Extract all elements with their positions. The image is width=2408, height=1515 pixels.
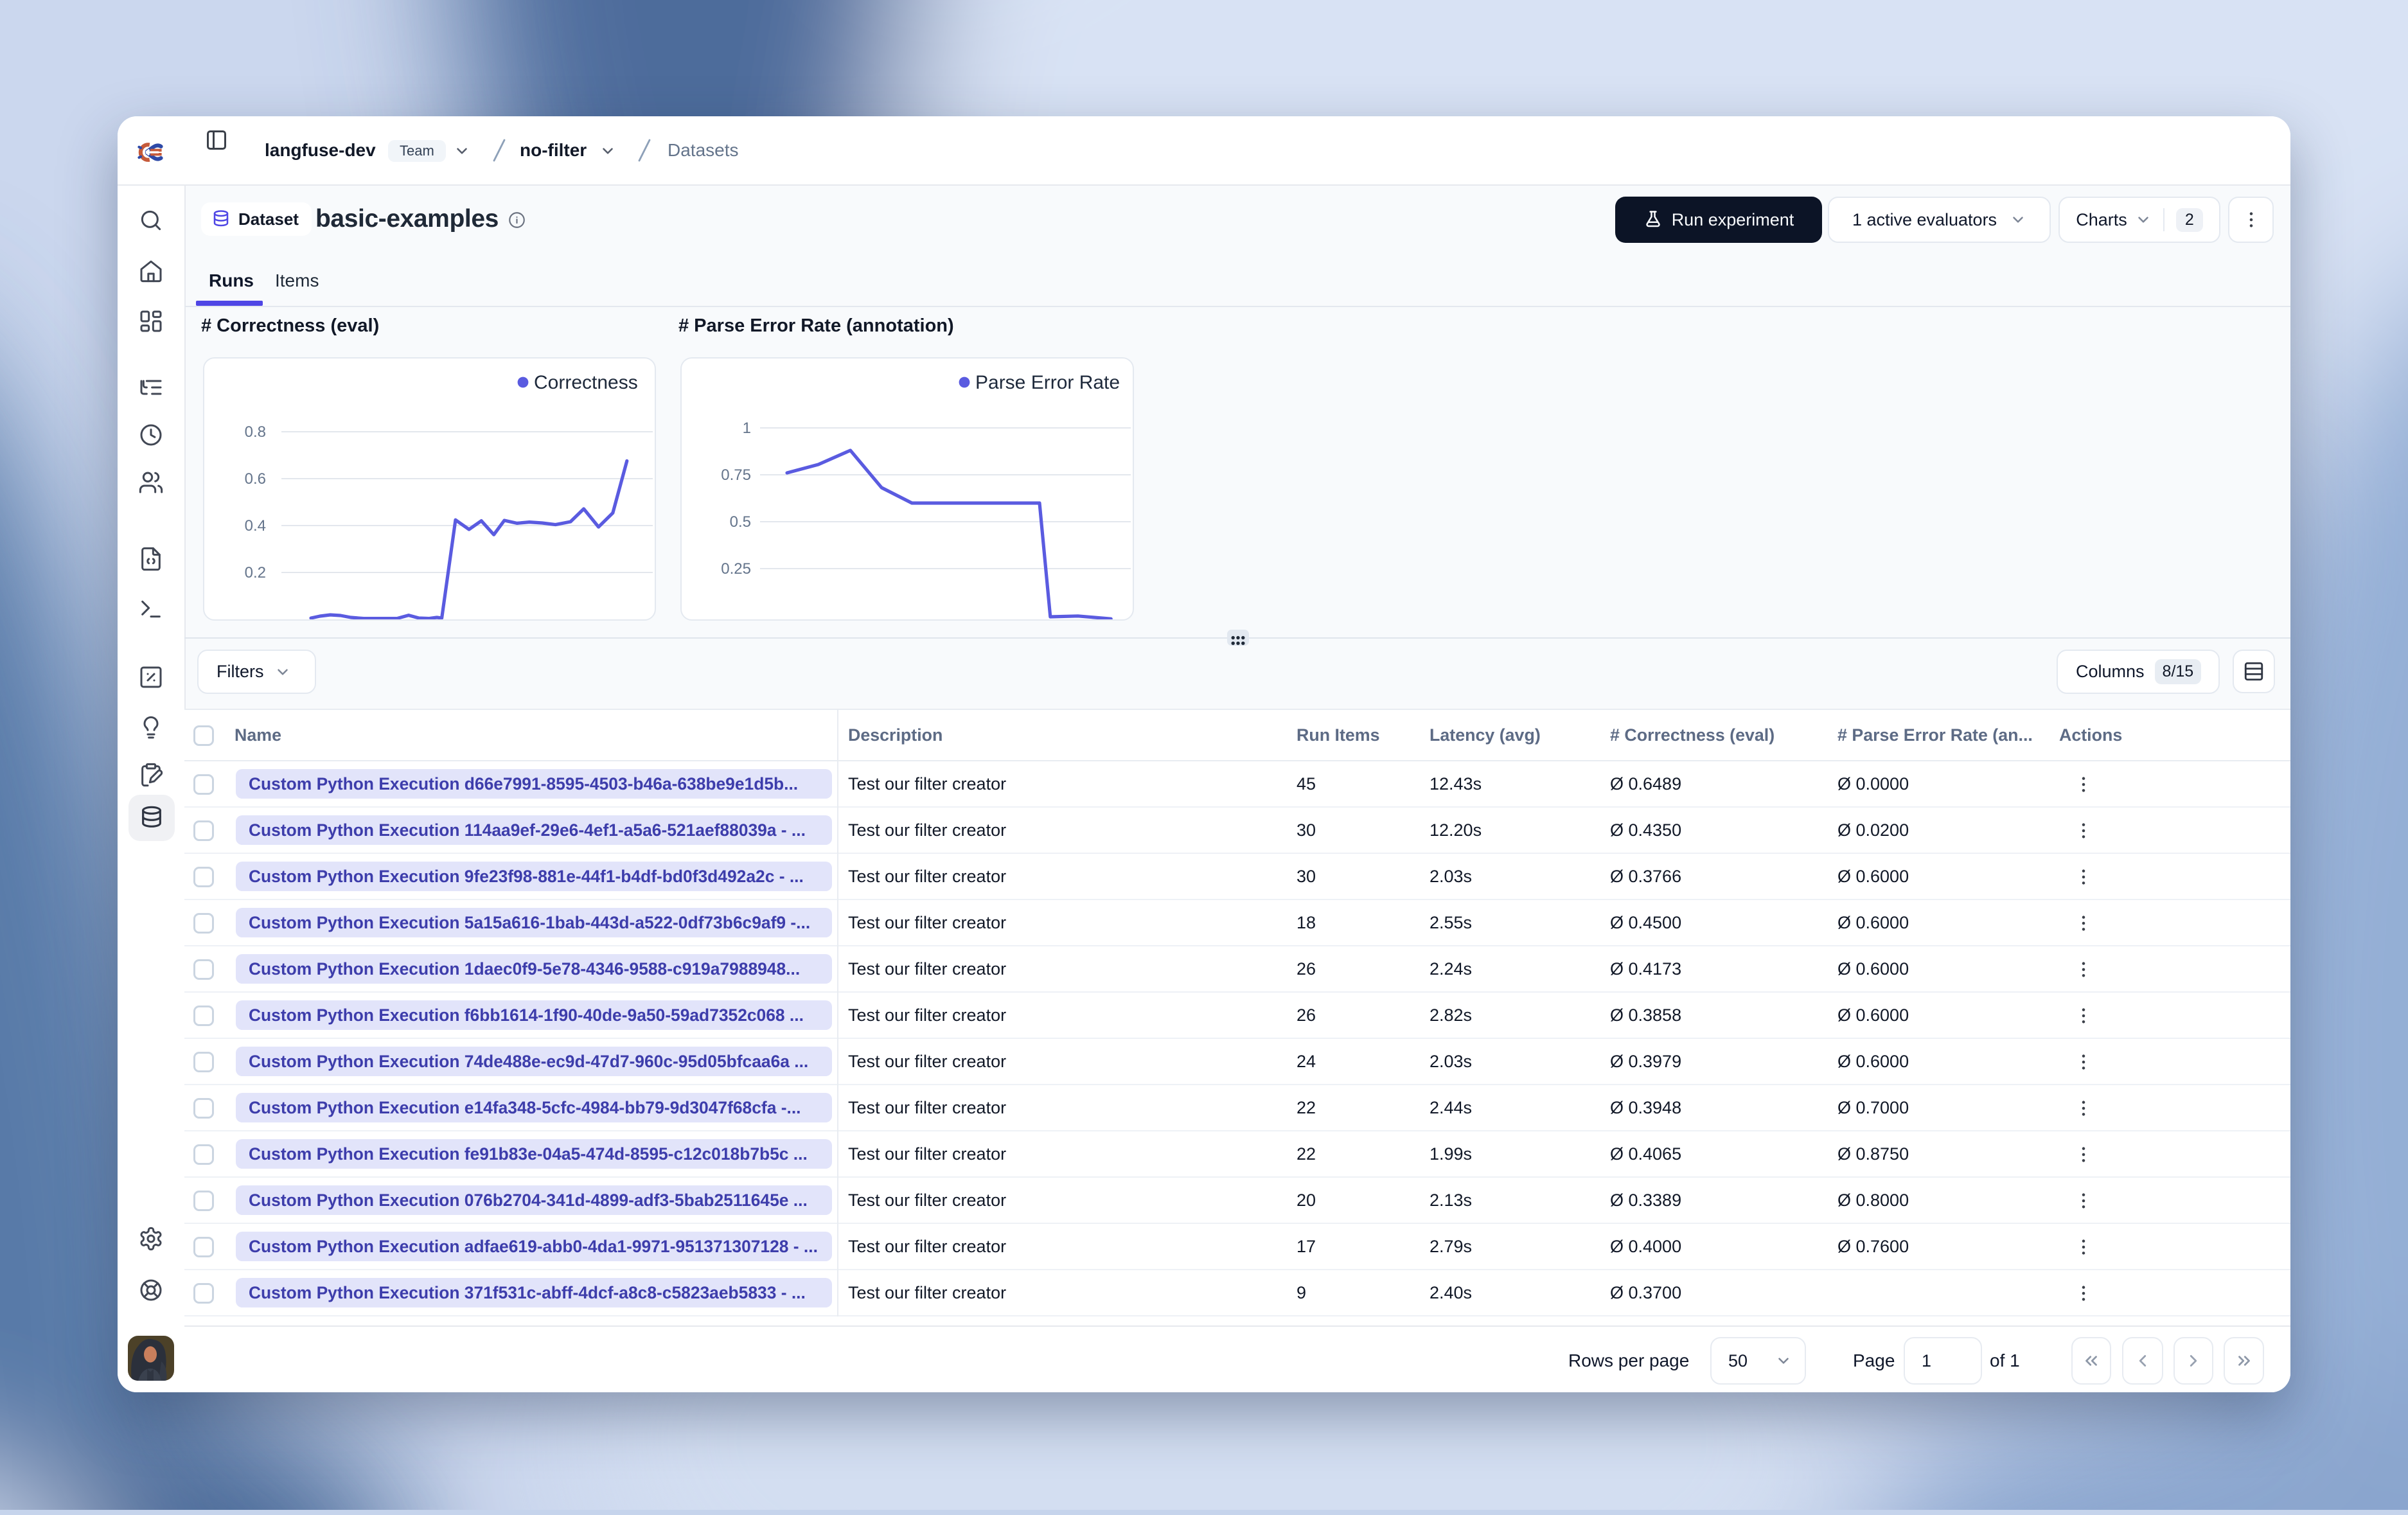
svg-text:Parse Error Rate: Parse Error Rate: [975, 372, 1120, 393]
svg-text:0.75: 0.75: [721, 466, 751, 484]
svg-text:0.2: 0.2: [245, 564, 266, 581]
svg-text:0.6: 0.6: [245, 470, 266, 488]
svg-text:1: 1: [743, 420, 751, 437]
svg-text:0.8: 0.8: [245, 423, 266, 441]
svg-text:Correctness: Correctness: [534, 372, 638, 393]
svg-text:0.5: 0.5: [730, 513, 751, 531]
svg-text:0.4: 0.4: [245, 517, 266, 535]
svg-text:0.25: 0.25: [721, 560, 751, 578]
